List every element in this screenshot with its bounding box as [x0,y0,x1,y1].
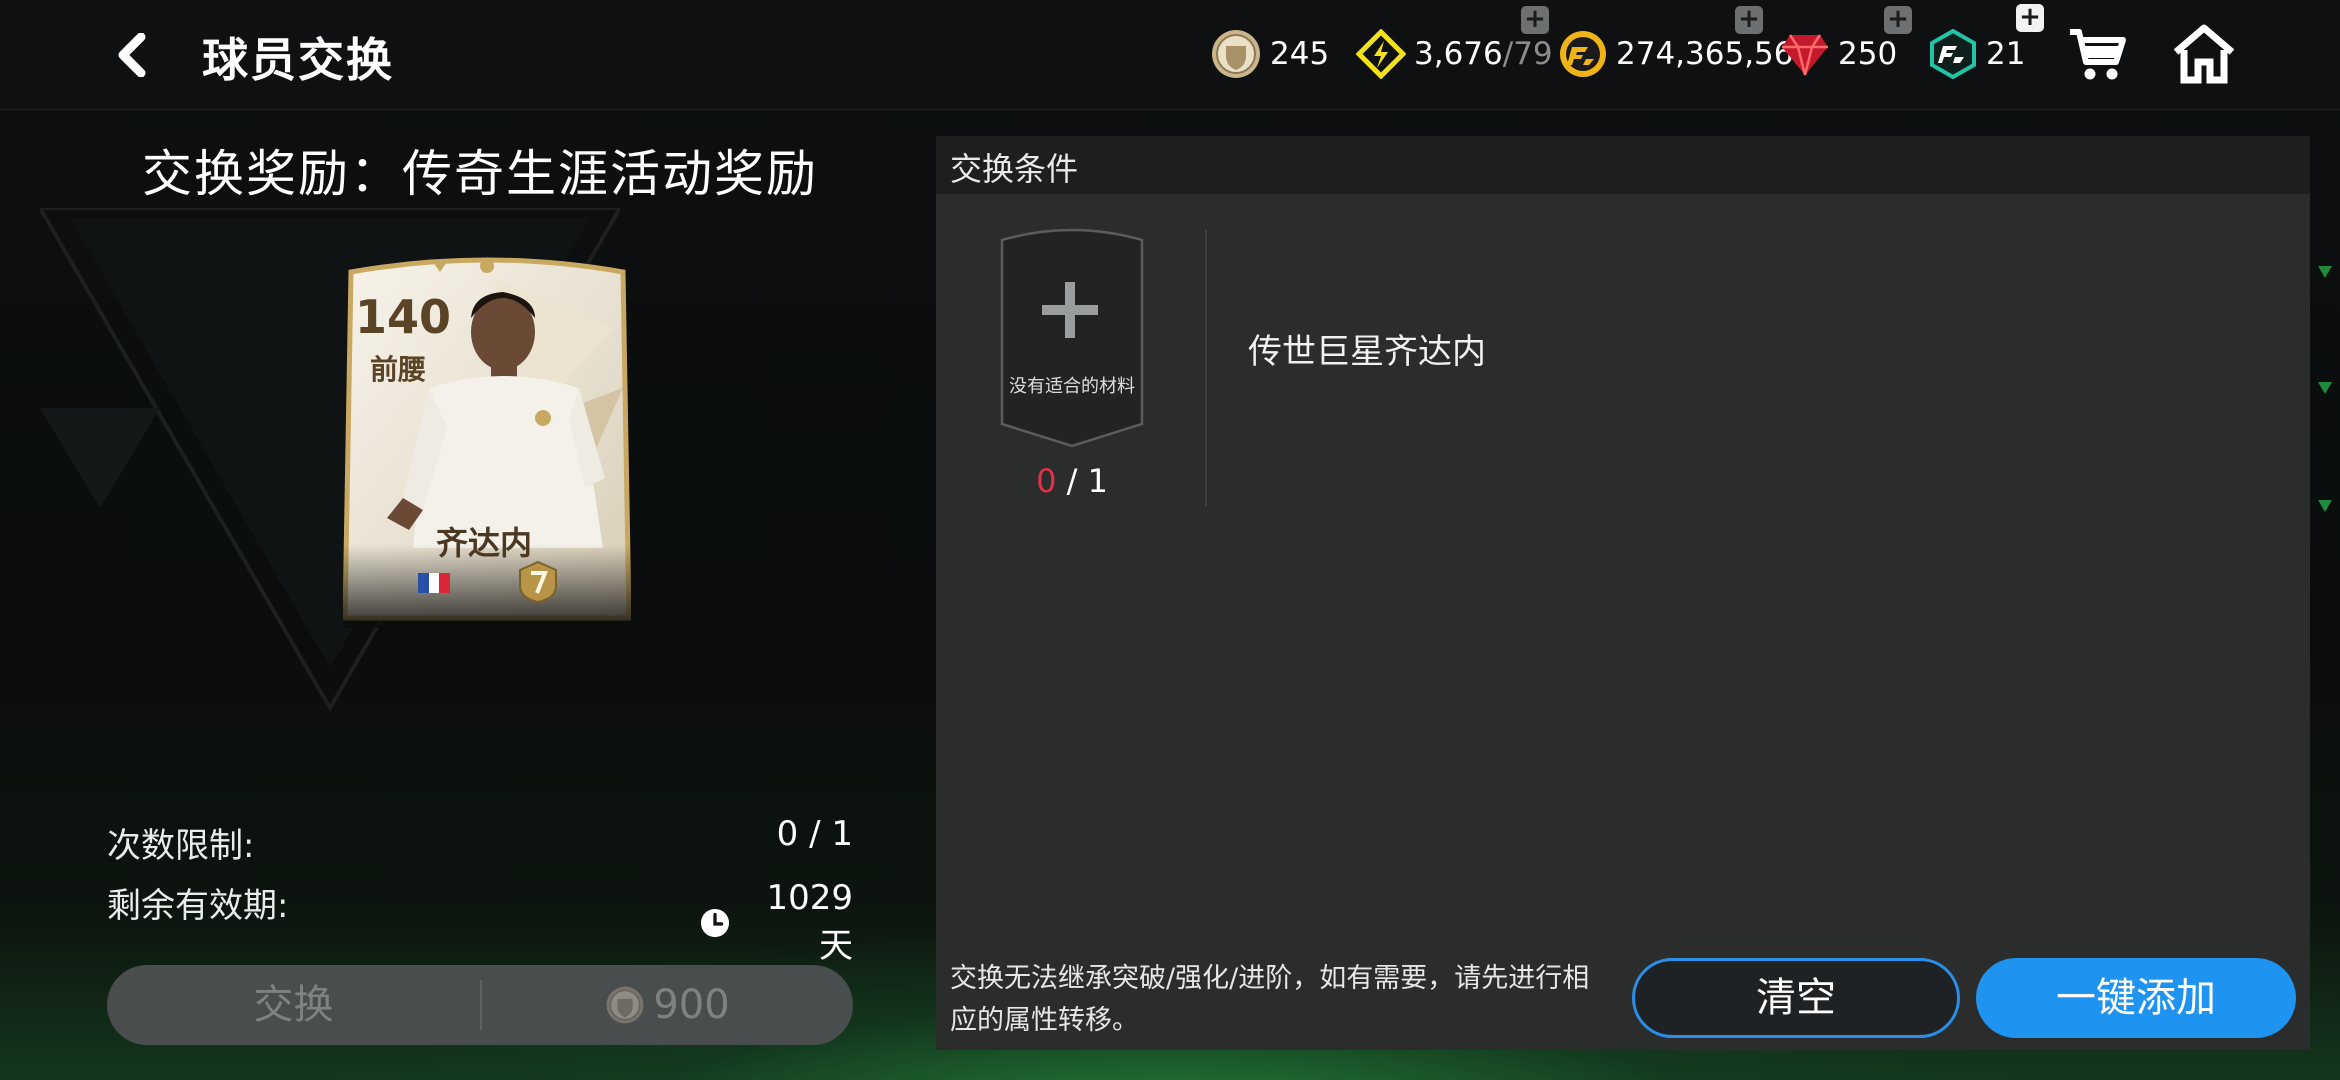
exchange-notice: 交换无法继承突破/强化/进阶，如有需要，请先进行相应的属性转移。 [950,963,1590,1036]
count-limit-label: 次数限制: [107,826,255,866]
slot-empty-text: 没有适合的材料 [1009,376,1135,397]
plus-icon [1042,282,1098,338]
add-gems-button[interactable]: + [1884,6,1912,34]
currency-fc-points-value: 21 [1986,36,2026,72]
add-coins-button[interactable]: + [1735,6,1763,34]
jersey-number-badge-icon [519,560,557,604]
back-button[interactable] [108,30,158,80]
card-position: 前腰 [370,353,427,386]
currency-energy-value: 3,676/79 [1414,36,1553,72]
page-title: 球员交换 [202,33,394,87]
slot-count: 0 / 1 [1036,462,1108,500]
validity-value-group: 1029天 [700,878,853,967]
conditions-header-label: 交换条件 [950,150,1079,188]
card-player-name: 齐达内 [436,524,533,562]
currency-gems-value: 250 [1838,36,1898,72]
home-icon [2173,24,2235,84]
clock-icon [700,908,730,937]
exchange-button-label: 交换 [253,982,334,1028]
token-coin-icon [606,986,644,1024]
auto-add-button[interactable]: 一键添加 [1976,958,2296,1038]
edge-decoration [2310,136,2340,1050]
conditions-header [936,136,2310,194]
clear-button[interactable]: 清空 [1632,958,1960,1038]
requirement-name: 传世巨星齐达内 [1248,332,1486,372]
add-energy-button[interactable]: + [1521,6,1549,34]
shop-button[interactable] [2066,24,2128,86]
energy-bolt-icon [1356,29,1406,79]
fc-points-icon [1930,29,1976,79]
token-coin-icon [1212,30,1260,78]
validity-value: 1029天 [766,878,853,966]
gold-coin-icon [1560,31,1606,77]
currency-energy[interactable]: 3,676/79 [1356,26,1553,82]
chevron-left-icon [118,33,146,77]
currency-gems[interactable]: 250 [1780,26,1897,82]
count-limit-value: 0 / 1 [776,814,853,854]
currency-token-value: 245 [1270,36,1330,72]
red-gem-icon [1782,34,1828,76]
exchange-cost: 900 [482,965,853,1045]
slot-divider [1205,230,1207,506]
currency-fc-points[interactable]: 21 [1928,26,2025,82]
reward-title: 交换奖励：传奇生涯活动奖励 [142,145,818,203]
currency-token[interactable]: 245 [1210,26,1329,82]
france-flag-icon [418,573,451,593]
edge-triangle-icons [2318,266,2332,512]
card-rating: 140 [355,290,452,344]
currency-coins[interactable]: 274,365,562 [1558,26,1813,82]
validity-label: 剩余有效期: [107,886,289,926]
home-button[interactable] [2172,22,2236,86]
exchange-cost-value: 900 [653,982,730,1028]
cart-icon [2070,29,2126,80]
add-fc-points-button[interactable]: + [2016,4,2044,32]
